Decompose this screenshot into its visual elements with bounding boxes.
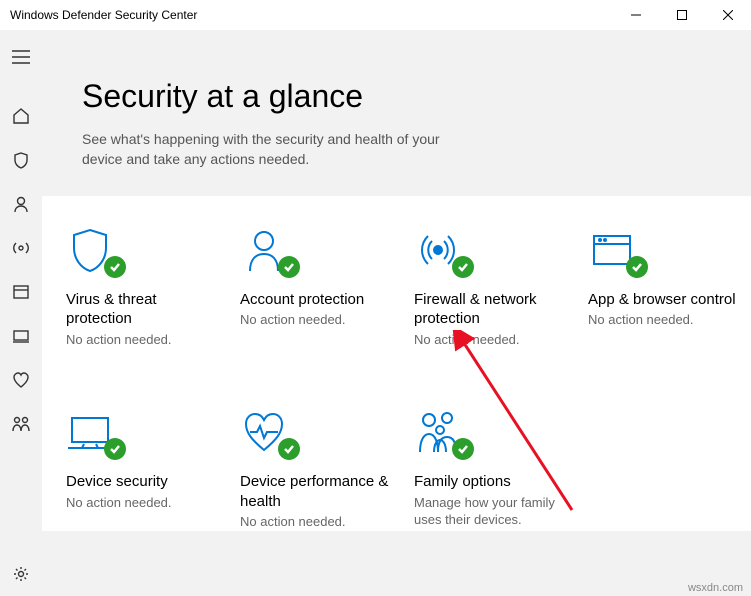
sidebar-item-app-browser[interactable] (0, 270, 42, 314)
status-ok-badge (278, 256, 300, 278)
tile-device[interactable]: Device security No action needed. (50, 408, 224, 531)
tile-subtitle: No action needed. (240, 311, 390, 329)
sidebar-item-account[interactable] (0, 182, 42, 226)
tile-title: Account protection (240, 290, 390, 310)
status-ok-badge (452, 438, 474, 460)
tile-app-browser[interactable]: App & browser controlNo action needed. (572, 226, 746, 349)
tile-subtitle: No action needed. (66, 494, 216, 512)
hamburger-menu-button[interactable] (0, 36, 42, 78)
device-icon (12, 327, 30, 345)
tile-account[interactable]: Account protectionNo action needed. (224, 226, 398, 349)
sidebar-item-firewall[interactable] (0, 226, 42, 270)
sidebar-item-virus-threat[interactable] (0, 138, 42, 182)
account-icon (240, 226, 296, 274)
minimize-button[interactable] (613, 0, 659, 30)
tile-network[interactable]: Firewall & network protection No action n… (398, 226, 572, 349)
app-browser-icon (12, 283, 30, 301)
sidebar (0, 30, 42, 596)
sidebar-item-device-performance[interactable] (0, 358, 42, 402)
network-icon (414, 226, 470, 274)
tile-subtitle: No action needed. (66, 331, 216, 349)
network-icon (11, 239, 31, 257)
status-ok-badge (626, 256, 648, 278)
app-browser-icon (588, 226, 644, 274)
shield-icon (12, 151, 30, 169)
account-icon (12, 195, 30, 213)
tile-subtitle: No action needed. (414, 331, 564, 349)
main-content: Security at a glance See what's happenin… (42, 30, 751, 596)
tile-subtitle: No action needed. (240, 513, 390, 531)
status-ok-badge (278, 438, 300, 460)
heart-icon (240, 408, 296, 456)
heart-icon (12, 371, 30, 389)
device-icon (66, 408, 122, 456)
tile-subtitle: No action needed. (588, 311, 738, 329)
sidebar-item-settings[interactable] (0, 552, 42, 596)
tile-subtitle: Manage how your family uses their device… (414, 494, 564, 529)
window-controls (613, 0, 751, 30)
tile-heart[interactable]: Device performance & health No action nee… (224, 408, 398, 531)
page-header: Security at a glance See what's happenin… (42, 30, 751, 196)
family-icon (11, 415, 31, 433)
home-icon (12, 107, 30, 125)
window-title: Windows Defender Security Center (10, 8, 197, 22)
family-icon (414, 408, 470, 456)
tile-family[interactable]: Family optionsManage how your family use… (398, 408, 572, 531)
tile-shield[interactable]: Virus & threat protection No action neede… (50, 226, 224, 349)
close-button[interactable] (705, 0, 751, 30)
page-subtitle: See what's happening with the security a… (82, 129, 482, 170)
tile-title: Firewall & network protection (414, 290, 564, 329)
tile-title: Device performance & health (240, 472, 390, 511)
tile-title: Virus & threat protection (66, 290, 216, 329)
status-ok-badge (104, 256, 126, 278)
sidebar-item-device-security[interactable] (0, 314, 42, 358)
watermark: wsxdn.com (688, 582, 743, 594)
tile-title: Device security (66, 472, 216, 492)
maximize-button[interactable] (659, 0, 705, 30)
sidebar-item-family[interactable] (0, 402, 42, 446)
status-ok-badge (104, 438, 126, 460)
titlebar: Windows Defender Security Center (0, 0, 751, 30)
tile-title: App & browser control (588, 290, 738, 310)
page-title: Security at a glance (82, 78, 751, 115)
tile-title: Family options (414, 472, 564, 492)
shield-icon (66, 226, 122, 274)
gear-icon (12, 565, 30, 583)
sidebar-item-home[interactable] (0, 94, 42, 138)
status-ok-badge (452, 256, 474, 278)
tiles-grid: Virus & threat protection No action neede… (50, 226, 751, 531)
